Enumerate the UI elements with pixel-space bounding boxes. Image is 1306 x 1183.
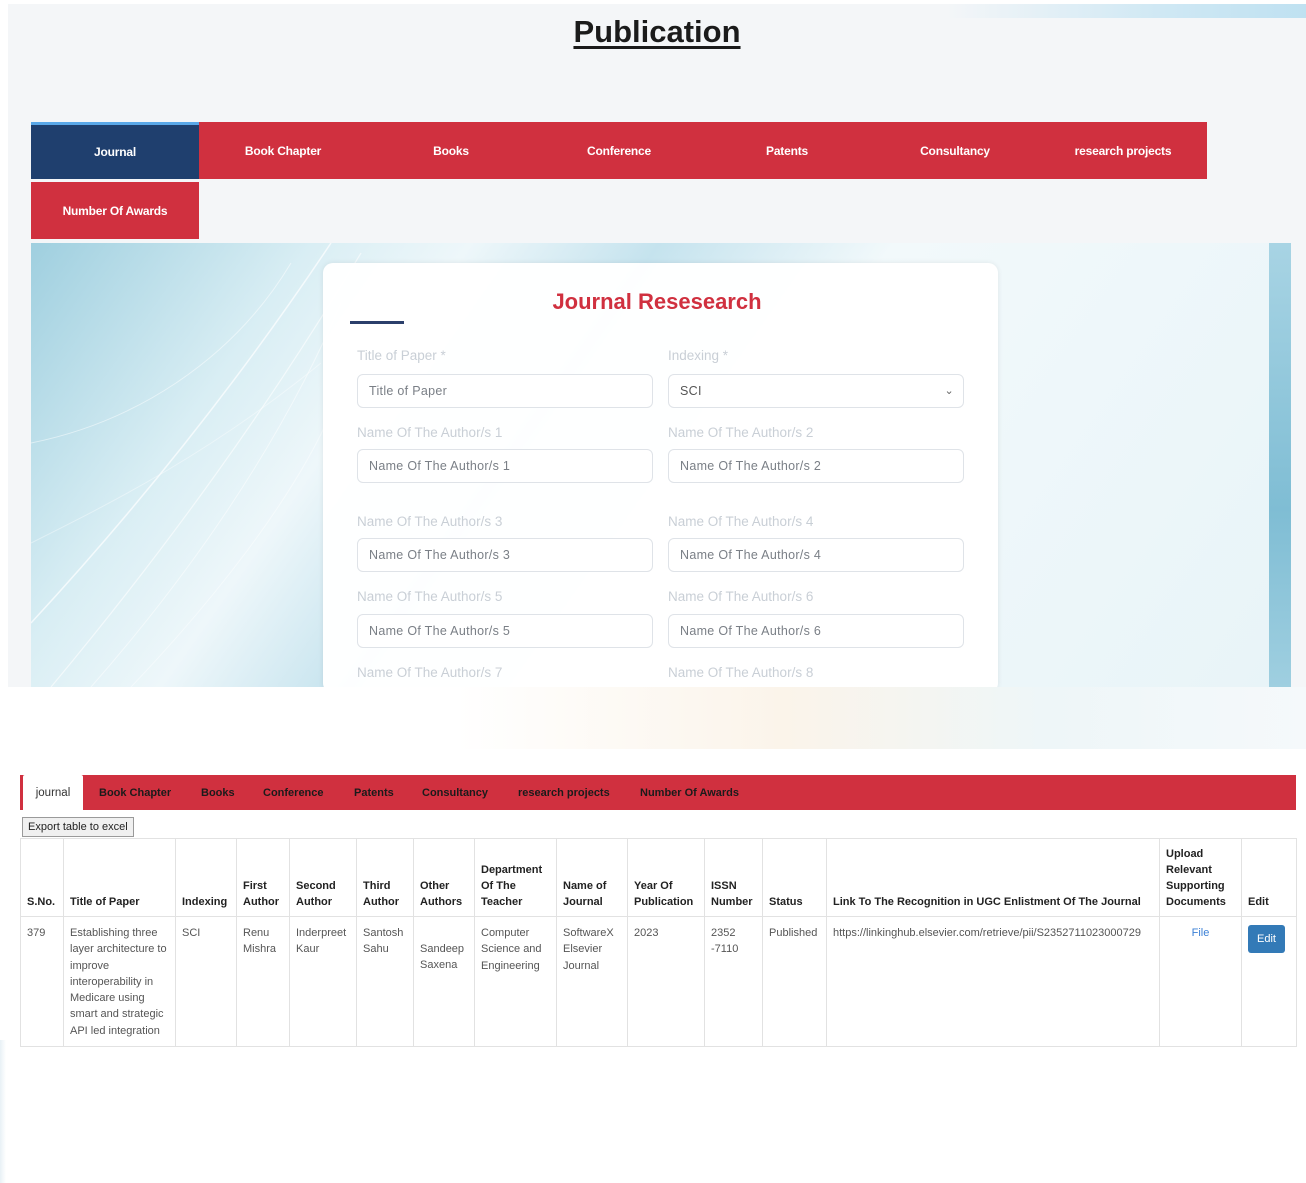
decorative-edge <box>0 1040 6 1183</box>
nav-books-button[interactable]: Books <box>367 122 535 179</box>
edit-button[interactable]: Edit <box>1248 925 1285 954</box>
cell-indexing: SCI <box>175 916 237 1047</box>
nav-patents-button[interactable]: Patents <box>703 122 871 179</box>
author-1-input[interactable]: Name Of The Author/s 1 <box>357 449 653 483</box>
author-3-label: Name Of The Author/s 3 <box>357 514 503 529</box>
cell-link: https://linkinghub.elsevier.com/retrieve… <box>826 916 1160 1047</box>
author-1-label: Name Of The Author/s 1 <box>357 425 503 440</box>
indexing-label: Indexing * <box>668 348 729 363</box>
header-cell: Second Author <box>289 838 357 917</box>
tab-patents[interactable]: Patents <box>354 775 394 810</box>
publication-form-section: Publication Journal Book Chapter Books C… <box>8 4 1306 687</box>
author-6-input[interactable]: Name Of The Author/s 6 <box>668 614 964 648</box>
nav-number-of-awards-button[interactable]: Number Of Awards <box>31 182 199 239</box>
header-cell: Year Of Publication <box>627 838 705 917</box>
author-5-input[interactable]: Name Of The Author/s 5 <box>357 614 653 648</box>
author-5-label: Name Of The Author/s 5 <box>357 589 503 604</box>
header-cell: Third Author <box>356 838 414 917</box>
header-cell: Link To The Recognition in UGC Enlistmen… <box>826 838 1160 917</box>
nav-consultancy-button[interactable]: Consultancy <box>871 122 1039 179</box>
header-cell: Title of Paper <box>63 838 176 917</box>
header-cell: Name of Journal <box>556 838 628 917</box>
cell-title: Establishing three layer architecture to… <box>63 916 176 1047</box>
table-row: 379 Establishing three layer architectur… <box>20 916 1297 1047</box>
header-cell: Indexing <box>175 838 237 917</box>
author-4-input[interactable]: Name Of The Author/s 4 <box>668 538 964 572</box>
nav-conference-button[interactable]: Conference <box>535 122 703 179</box>
tab-consultancy[interactable]: Consultancy <box>422 775 488 810</box>
indexing-value: SCI <box>680 384 702 398</box>
other-authors-text: Sandeep Saxena <box>420 943 465 972</box>
journal-tab-bar: journal Book Chapter Books Conference Pa… <box>20 775 1296 810</box>
author-2-input[interactable]: Name Of The Author/s 2 <box>668 449 964 483</box>
form-title: Journal Resesearch <box>552 289 762 314</box>
cell-sno: 379 <box>20 916 64 1047</box>
title-of-paper-label: Title of Paper * <box>357 348 446 363</box>
indexing-select[interactable]: SCI ⌄ <box>668 374 964 408</box>
author-7-label: Name Of The Author/s 7 <box>357 665 503 680</box>
cell-edit: Edit <box>1241 916 1297 1047</box>
author-4-label: Name Of The Author/s 4 <box>668 514 814 529</box>
tab-journal[interactable]: journal <box>23 775 83 810</box>
header-cell: Other Authors <box>413 838 475 917</box>
tab-book-chapter[interactable]: Book Chapter <box>99 775 171 810</box>
author-3-input[interactable]: Name Of The Author/s 3 <box>357 538 653 572</box>
tab-conference[interactable]: Conference <box>263 775 324 810</box>
header-cell: Department Of The Teacher <box>474 838 557 917</box>
cell-status: Published <box>762 916 827 1047</box>
cell-other-authors: Sandeep Saxena <box>413 916 475 1047</box>
header-cell: ISSN Number <box>704 838 763 917</box>
tab-number-of-awards[interactable]: Number Of Awards <box>640 775 739 810</box>
page-title: Publication <box>573 14 741 49</box>
cell-first-author: Renu Mishra <box>236 916 290 1047</box>
header-cell: Upload Relevant Supporting Documents <box>1159 838 1242 917</box>
journal-table: S.No. Title of Paper Indexing First Auth… <box>20 838 1297 1047</box>
nav-book-chapter-button[interactable]: Book Chapter <box>199 122 367 179</box>
header-cell: S.No. <box>20 838 64 917</box>
header-cell: First Author <box>236 838 290 917</box>
table-header-row: S.No. Title of Paper Indexing First Auth… <box>20 838 1297 917</box>
nav-journal-button[interactable]: Journal <box>31 122 199 179</box>
author-2-label: Name Of The Author/s 2 <box>668 425 814 440</box>
decorative-band <box>0 687 1306 749</box>
cell-department: Computer Science and Engineering <box>474 916 557 1047</box>
file-link[interactable]: File <box>1166 925 1235 941</box>
export-table-button[interactable]: Export table to excel <box>22 817 134 837</box>
header-cell: Status <box>762 838 827 917</box>
author-6-label: Name Of The Author/s 6 <box>668 589 814 604</box>
cell-issn: 2352 -7110 <box>704 916 763 1047</box>
cell-year: 2023 <box>627 916 705 1047</box>
cell-second-author: Inderpreet Kaur <box>289 916 357 1047</box>
nav-research-projects-button[interactable]: research projects <box>1039 122 1207 179</box>
tab-research-projects[interactable]: research projects <box>518 775 610 810</box>
tab-books[interactable]: Books <box>201 775 235 810</box>
cell-journal: SoftwareX Elsevier Journal <box>556 916 628 1047</box>
title-of-paper-input[interactable]: Title of Paper <box>357 374 653 408</box>
cell-document: File <box>1159 916 1242 1047</box>
header-cell: Edit <box>1241 838 1297 917</box>
author-8-label: Name Of The Author/s 8 <box>668 665 814 680</box>
cell-third-author: Santosh Sahu <box>356 916 414 1047</box>
form-title-underline <box>350 321 404 324</box>
chevron-down-icon: ⌄ <box>944 385 954 397</box>
